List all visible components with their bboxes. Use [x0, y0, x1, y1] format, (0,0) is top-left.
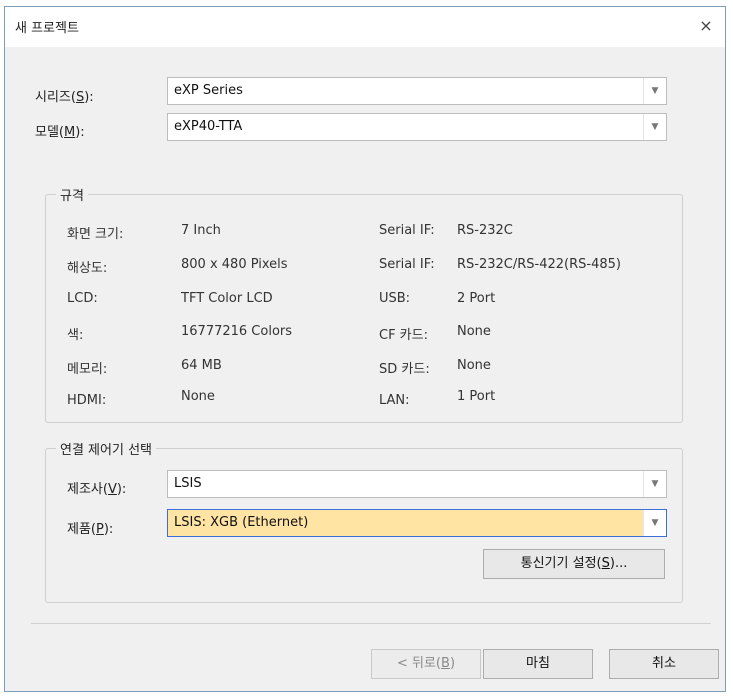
back-accesskey: B: [441, 656, 450, 671]
maker-label: 제조사(V):: [67, 478, 126, 497]
spec-serial1-value: RS-232C: [457, 223, 513, 238]
spec-lcd-value: TFT Color LCD: [181, 291, 273, 306]
spec-resolution-value: 800 x 480 Pixels: [181, 257, 288, 272]
maker-combo[interactable]: LSIS ▼: [167, 470, 667, 498]
model-label-text: 모델(: [35, 125, 64, 140]
spec-serial1-label: Serial IF:: [379, 223, 435, 238]
chevron-down-icon[interactable]: ▼: [643, 114, 666, 140]
spec-group: 규격: [45, 185, 683, 423]
spec-color-label: 색:: [67, 328, 84, 343]
spec-lan-value: 1 Port: [457, 389, 496, 404]
chevron-down-icon[interactable]: ▼: [643, 471, 666, 497]
model-value: eXP40-TTA: [174, 119, 243, 134]
spec-cf-card-value: None: [457, 324, 491, 339]
maker-accesskey: V: [107, 482, 117, 497]
close-icon[interactable]: ×: [693, 13, 719, 39]
series-label-end: ):: [84, 90, 94, 105]
spec-sd-card-label: SD 카드:: [379, 362, 430, 377]
dialog-title: 새 프로젝트: [15, 21, 79, 36]
spec-lan-label: LAN:: [379, 393, 410, 408]
series-combo[interactable]: eXP Series ▼: [167, 77, 667, 105]
spec-resolution-label: 해상도:: [67, 261, 108, 276]
series-label: 시리즈(S):: [35, 86, 94, 105]
spec-usb-value: 2 Port: [457, 291, 496, 306]
spec-screen-size-label: 화면 크기:: [67, 227, 124, 242]
model-combo[interactable]: eXP40-TTA ▼: [167, 113, 667, 141]
product-accesskey: P: [96, 522, 104, 537]
model-label-end: ):: [75, 125, 85, 140]
product-label-end: ):: [103, 522, 114, 537]
spec-lcd-label: LCD:: [67, 291, 98, 306]
model-accesskey: M: [64, 125, 76, 140]
spec-hdmi-label: HDMI:: [67, 393, 107, 408]
spec-sd-card-value: None: [457, 358, 491, 373]
maker-value: LSIS: [174, 476, 202, 491]
new-project-dialog: 새 프로젝트 × 시리즈(S): eXP Series ▼ 모델(M): eXP…: [4, 6, 726, 692]
maker-label-text: 제조사(: [67, 482, 108, 497]
spec-hdmi-value: None: [181, 389, 215, 404]
comm-settings-accesskey: S: [601, 556, 610, 571]
controller-legend: 연결 제어기 선택: [60, 443, 152, 458]
back-text-end: ): [449, 656, 456, 671]
series-accesskey: S: [75, 90, 85, 105]
spec-usb-label: USB:: [379, 291, 411, 306]
chevron-down-icon[interactable]: ▼: [643, 510, 666, 536]
comm-settings-text: 통신기기 설정(: [520, 556, 602, 571]
product-value: LSIS: XGB (Ethernet): [174, 515, 309, 530]
title-bar: 새 프로젝트 ×: [5, 7, 725, 47]
series-value: eXP Series: [174, 83, 243, 98]
finish-button[interactable]: 마침: [483, 649, 593, 679]
product-label: 제품(P):: [67, 518, 113, 537]
model-label: 모델(M):: [35, 121, 85, 140]
product-label-text: 제품(: [67, 522, 96, 537]
footer-divider: [31, 623, 711, 624]
spec-cf-card-label: CF 카드:: [379, 328, 428, 343]
spec-legend: 규격: [60, 189, 84, 204]
spec-memory-label: 메모리:: [67, 362, 108, 377]
maker-label-end: ):: [116, 482, 127, 497]
spec-serial2-label: Serial IF:: [379, 257, 435, 272]
spec-serial2-value: RS-232C/RS-422(RS-485): [457, 257, 621, 272]
product-combo[interactable]: LSIS: XGB (Ethernet) ▼: [167, 509, 667, 537]
comm-settings-text-end: )...: [609, 556, 628, 571]
spec-color-value: 16777216 Colors: [181, 324, 293, 339]
spec-memory-value: 64 MB: [181, 358, 222, 373]
back-text: < 뒤로(: [396, 656, 442, 671]
comm-settings-button[interactable]: 통신기기 설정(S)...: [483, 549, 665, 579]
back-button[interactable]: < 뒤로(B): [371, 649, 481, 679]
chevron-down-icon[interactable]: ▼: [643, 78, 666, 104]
spec-screen-size-value: 7 Inch: [181, 223, 221, 238]
series-label-text: 시리즈(: [35, 90, 76, 105]
cancel-button[interactable]: 취소: [609, 649, 719, 679]
